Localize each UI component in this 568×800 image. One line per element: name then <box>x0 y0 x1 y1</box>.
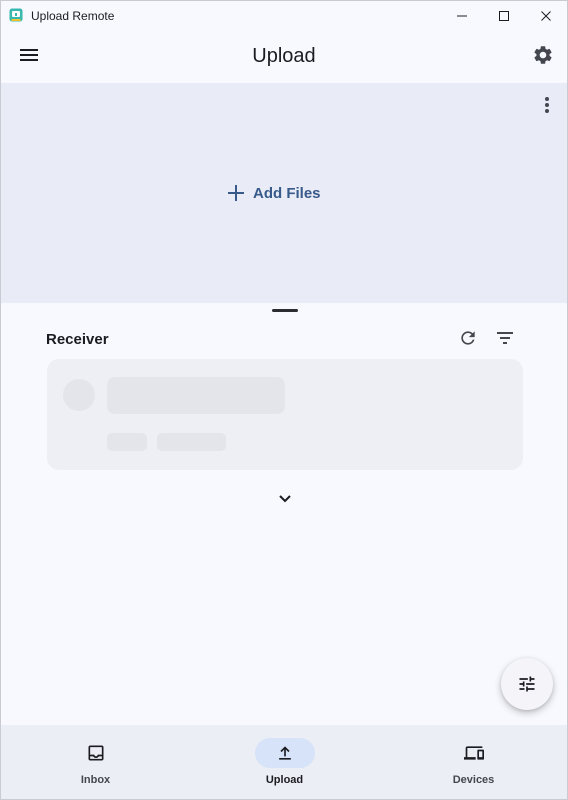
minimize-button[interactable] <box>439 1 485 31</box>
filter-list-icon <box>497 332 513 344</box>
maximize-button[interactable] <box>481 1 527 31</box>
nav-label-inbox: Inbox <box>80 774 111 786</box>
refresh-button[interactable] <box>456 326 480 350</box>
skeleton-tag <box>157 433 226 451</box>
page-title: Upload <box>252 45 316 67</box>
plus-icon <box>228 185 244 201</box>
tune-icon <box>519 676 535 692</box>
upload-icon <box>278 746 291 760</box>
inbox-icon <box>88 745 103 761</box>
minimize-icon <box>457 15 467 17</box>
refresh-icon <box>461 331 475 345</box>
chevron-down-icon <box>279 495 291 503</box>
nav-indicator-active <box>254 738 315 768</box>
maximize-icon <box>499 11 509 21</box>
panel-drag-handle[interactable] <box>272 309 298 312</box>
nav-item-inbox[interactable]: Inbox <box>1 725 190 799</box>
nav-item-upload[interactable]: Upload <box>190 725 379 799</box>
devices-icon <box>463 746 484 760</box>
nav-indicator <box>444 738 504 768</box>
nav-label-devices: Devices <box>452 774 495 786</box>
close-button[interactable] <box>523 1 567 31</box>
add-files-label: Add Files <box>253 184 321 202</box>
nav-label-upload: Upload <box>265 774 304 786</box>
filter-button[interactable] <box>493 326 517 350</box>
expand-receivers-button[interactable] <box>273 487 297 511</box>
app-logo-icon <box>9 8 23 22</box>
gear-icon <box>534 46 552 64</box>
options-fab[interactable] <box>501 658 553 710</box>
skeleton-avatar <box>63 379 95 411</box>
app-bar: Upload <box>1 31 567 83</box>
nav-indicator <box>66 738 126 768</box>
settings-button[interactable] <box>525 37 561 73</box>
receiver-heading: Receiver <box>46 331 109 348</box>
file-drop-area[interactable]: Add Files <box>1 83 567 303</box>
skeleton-title <box>107 377 285 414</box>
nav-item-devices[interactable]: Devices <box>379 725 567 799</box>
receiver-loading-card <box>47 359 523 470</box>
more-vert-icon <box>545 97 549 113</box>
add-files-button[interactable]: Add Files <box>227 175 347 211</box>
title-bar: Upload Remote <box>1 1 567 31</box>
window-title: Upload Remote <box>31 9 115 23</box>
app-window: Upload Remote Upload Add Files Receiver … <box>0 0 568 800</box>
close-icon <box>541 11 551 21</box>
bottom-navigation: Inbox Upload Devices <box>1 725 567 799</box>
skeleton-tag <box>107 433 147 451</box>
more-options-button[interactable] <box>535 93 559 117</box>
